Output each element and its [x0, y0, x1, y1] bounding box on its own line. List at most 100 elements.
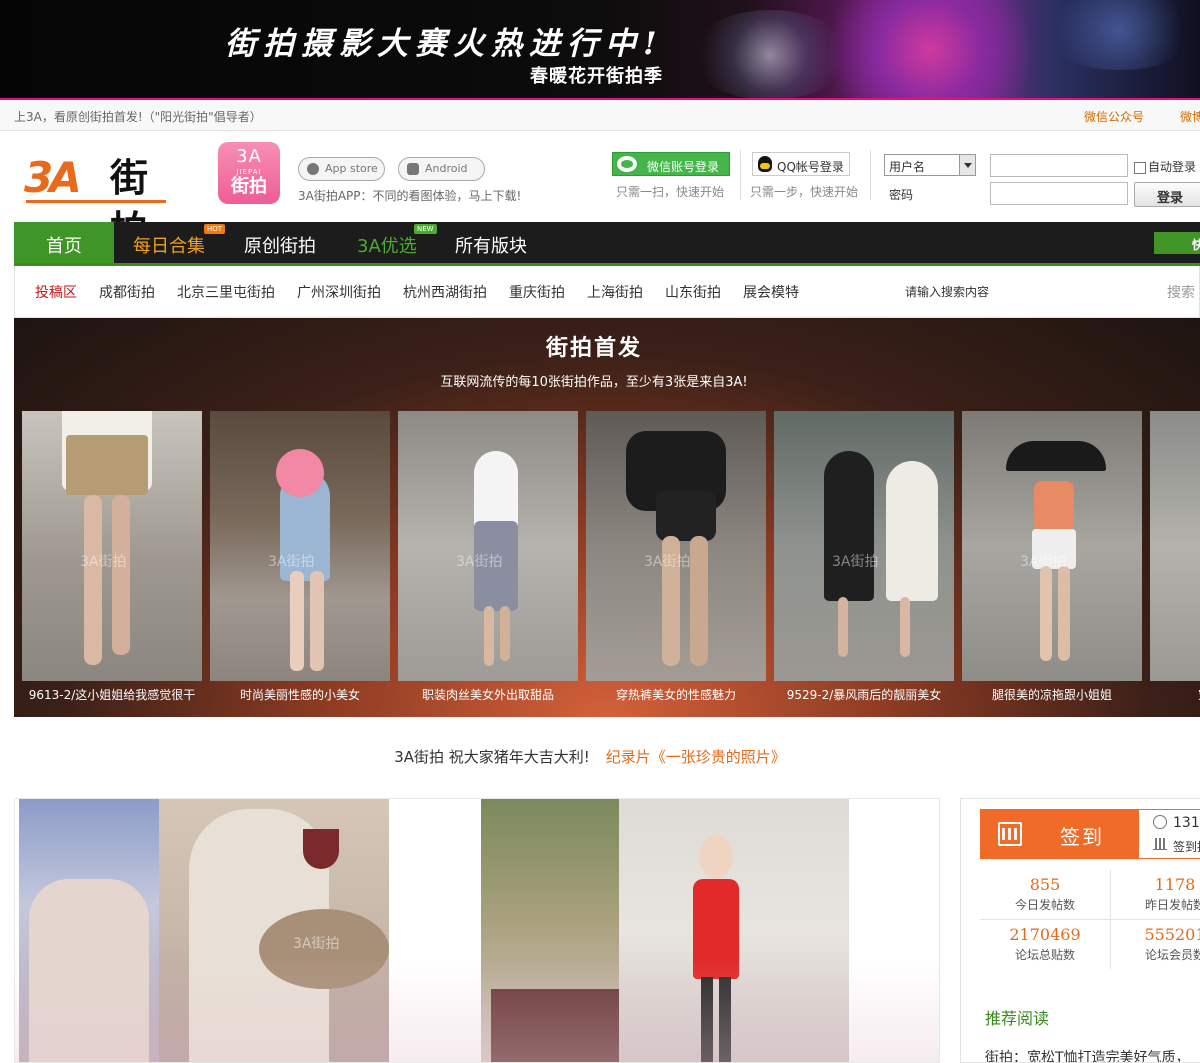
gallery-fade-overlay: [15, 799, 939, 1062]
checkbox-box[interactable]: [1134, 161, 1146, 174]
divider: [1110, 869, 1111, 969]
android-icon: [407, 163, 419, 175]
featured-card[interactable]: 3A街拍: [210, 411, 390, 681]
top-banner[interactable]: 街拍摄影大赛火热进行中! 春暖花开街拍季: [0, 0, 1200, 100]
photo-figure: [500, 606, 510, 661]
documentary-link[interactable]: 纪录片《一张珍贵的照片》: [606, 748, 786, 766]
photo-figure: [84, 495, 102, 665]
stat-value: 2170469: [1009, 925, 1081, 944]
nav-original-streetshot[interactable]: 原创街拍: [244, 222, 316, 263]
photo-figure: [474, 451, 518, 531]
app-icon[interactable]: 3A JIEPAI 街拍: [218, 142, 280, 204]
sign-in-label: 签到: [1060, 825, 1104, 849]
app-icon-mid: JIEPAI: [236, 168, 262, 176]
banner-paint-splash: [1040, 0, 1200, 70]
featured-caption[interactable]: 9613-2/这小姐姐给我感觉很干: [22, 686, 202, 703]
photo-watermark: 3A街拍: [644, 554, 691, 570]
wechat-login-label: 微信账号登录: [647, 160, 720, 174]
android-label: Android: [425, 162, 468, 175]
stat-today-posts: 855 今日发帖数: [980, 869, 1110, 919]
photo-figure: [276, 449, 324, 497]
top-notice-bar: 上3A，看原创街拍首发!（"阳光街拍"倡导者） 微信公众号 微博: [0, 100, 1200, 131]
photo-figure: [112, 495, 130, 655]
app-description: 3A街拍APP：不同的看图体验，马上下载!: [298, 189, 522, 203]
search-button[interactable]: 搜索: [1167, 282, 1195, 302]
photo-figure: [1040, 566, 1052, 661]
subnav-shandong[interactable]: 山东街拍: [665, 282, 721, 302]
logo-underline: [26, 200, 166, 203]
featured-caption[interactable]: 穿: [1150, 686, 1200, 703]
featured-card[interactable]: 3A街拍: [398, 411, 578, 681]
sidebar: 签到 1317 签到排行 855 今日发帖数 1178 昨日发帖数 217046…: [960, 798, 1200, 1063]
subnav-submission[interactable]: 投稿区: [35, 282, 77, 302]
photo-figure: [1006, 441, 1106, 471]
subnav-chengdu[interactable]: 成都街拍: [99, 282, 155, 302]
photo-figure: [656, 491, 716, 541]
main-nav: 首页 每日合集 HOT 原创街拍 3A优选 NEW 所有版块 快捷: [14, 222, 1200, 266]
stat-label: 论坛总贴数: [1014, 948, 1075, 962]
quick-nav-button[interactable]: 快捷: [1154, 232, 1200, 254]
photo-watermark: 3A街拍: [832, 554, 879, 570]
apple-icon: [307, 163, 319, 175]
auto-login-label: 自动登录: [1148, 160, 1197, 174]
wechat-icon: [617, 156, 637, 172]
nav-daily-collection[interactable]: 每日合集: [133, 222, 205, 263]
logo-number: 3A: [24, 153, 82, 202]
sign-in-button[interactable]: 签到: [980, 809, 1140, 859]
password-field[interactable]: [990, 182, 1128, 205]
stat-yesterday-posts: 1178 昨日发帖数: [1110, 869, 1200, 919]
nav-all-boards[interactable]: 所有版块: [455, 222, 527, 263]
featured-card[interactable]: 3A街拍: [774, 411, 954, 681]
site-notice: 上3A，看原创街拍首发!（"阳光街拍"倡导者）: [14, 110, 262, 124]
auto-login-checkbox[interactable]: 自动登录: [1134, 158, 1196, 175]
nav-3a-selection[interactable]: 3A优选: [357, 222, 417, 263]
photo-figure: [690, 536, 708, 666]
password-label: 密码: [889, 188, 914, 202]
weibo-link[interactable]: 微博: [1180, 108, 1200, 125]
hot-badge: HOT: [204, 224, 226, 234]
login-button[interactable]: 登录: [1134, 182, 1200, 207]
subnav-chongqing[interactable]: 重庆街拍: [509, 282, 565, 302]
photo-figure: [290, 571, 304, 671]
featured-card[interactable]: [1150, 411, 1200, 681]
wechat-login-button[interactable]: 微信账号登录: [612, 152, 730, 176]
stat-members: 555201 论坛会员数: [1110, 919, 1200, 969]
banner-subtitle: 春暖花开街拍季: [530, 66, 663, 87]
nav-home[interactable]: 首页: [14, 222, 114, 263]
chevron-down-icon: [959, 155, 975, 175]
login-type-select[interactable]: 用户名: [884, 154, 976, 176]
app-icon-top: 3A: [236, 146, 262, 167]
stat-value: 855: [1029, 875, 1061, 894]
site-logo[interactable]: 3A 街拍: [24, 152, 184, 252]
photo-thumbnail: [1150, 411, 1200, 681]
app-store-label: App store: [325, 162, 378, 175]
subnav-beijing[interactable]: 北京三里屯街拍: [177, 282, 275, 302]
featured-card[interactable]: 3A街拍: [22, 411, 202, 681]
qq-login-button[interactable]: QQ帐号登录: [752, 152, 850, 176]
app-icon-bottom: 街拍: [231, 176, 267, 197]
subnav-shanghai[interactable]: 上海街拍: [587, 282, 643, 302]
user-icon: [1153, 815, 1167, 829]
featured-caption[interactable]: 穿热裤美女的性感魅力: [586, 686, 766, 703]
featured-caption[interactable]: 腿很美的凉拖跟小姐姐: [962, 686, 1142, 703]
new-badge: NEW: [414, 224, 437, 234]
photo-figure: [310, 571, 324, 671]
subnav-expo-models[interactable]: 展会模特: [743, 282, 799, 302]
featured-caption[interactable]: 职装肉丝美女外出取甜品: [398, 686, 578, 703]
photo-figure: [1058, 566, 1070, 661]
app-store-button[interactable]: App store: [298, 157, 385, 181]
featured-caption[interactable]: 9529-2/暴风雨后的靓丽美女: [774, 686, 954, 703]
featured-card[interactable]: 3A街拍: [962, 411, 1142, 681]
android-button[interactable]: Android: [398, 157, 485, 181]
username-field[interactable]: [990, 154, 1128, 177]
subnav-hangzhou[interactable]: 杭州西湖街拍: [403, 282, 487, 302]
search-input[interactable]: 请输入搜索内容: [905, 283, 989, 300]
photo-figure: [484, 606, 494, 666]
subnav-guangzhou[interactable]: 广州深圳街拍: [297, 282, 381, 302]
sign-rank-link[interactable]: 签到排行: [1173, 838, 1200, 855]
qq-login-label: QQ帐号登录: [777, 160, 844, 174]
wechat-official-link[interactable]: 微信公众号: [1084, 108, 1144, 125]
featured-card[interactable]: 3A街拍: [586, 411, 766, 681]
recommend-item[interactable]: 街拍：宽松T恤打造完美好气质，: [985, 1047, 1190, 1062]
featured-caption[interactable]: 时尚美丽性感的小美女: [210, 686, 390, 703]
